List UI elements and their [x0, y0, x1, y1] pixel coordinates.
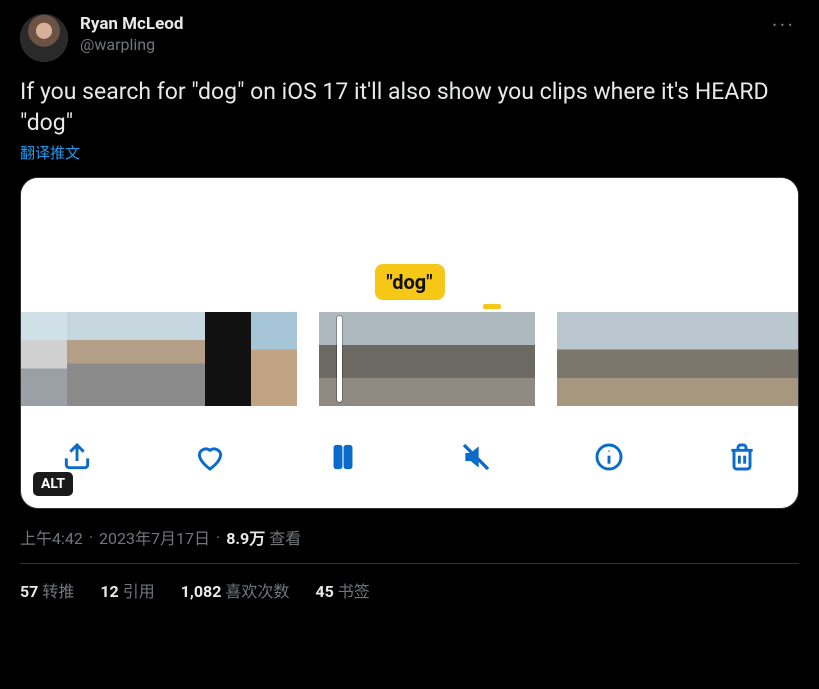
tweet-meta: 上午4:42 · 2023年7月17日 · 8.9万 查看	[20, 509, 799, 563]
heart-icon[interactable]	[194, 441, 226, 473]
timeline-thumb	[762, 312, 799, 406]
translate-link[interactable]: 翻译推文	[20, 142, 799, 163]
views-label: 查看	[269, 525, 301, 549]
engagement-stats: 57转推 12 引用 1,082喜欢次数 45 书签	[20, 564, 799, 602]
quotes-label: 引用	[123, 582, 155, 601]
tweet-date[interactable]: 2023年7月17日	[99, 525, 210, 549]
clip-group-1	[21, 312, 297, 406]
media-attachment[interactable]: "dog"	[20, 177, 799, 509]
likes-label: 喜欢次数	[225, 582, 289, 601]
trash-icon[interactable]	[726, 441, 758, 473]
timeline-thumb	[113, 312, 159, 406]
media-toolbar	[21, 406, 798, 486]
quotes-stat[interactable]: 12 引用	[100, 578, 154, 602]
timeline-thumb	[721, 312, 762, 406]
likes-count: 1,082	[181, 582, 222, 601]
quotes-count: 12	[100, 582, 118, 601]
alt-badge[interactable]: ALT	[33, 472, 73, 496]
timeline-thumb	[481, 312, 535, 406]
clip-group-2	[319, 312, 535, 406]
video-timeline[interactable]	[21, 312, 798, 406]
meta-separator: ·	[214, 528, 222, 547]
avatar[interactable]	[20, 14, 68, 62]
timeline-thumb	[159, 312, 205, 406]
timeline-thumb	[557, 312, 598, 406]
timeline-thumb	[373, 312, 427, 406]
timeline-thumb	[67, 312, 113, 406]
bookmarks-stat[interactable]: 45 书签	[315, 578, 369, 602]
tweet-text: If you search for "dog" on iOS 17 it'll …	[20, 76, 799, 138]
likes-stat[interactable]: 1,082喜欢次数	[181, 578, 290, 602]
timeline-thumb	[639, 312, 680, 406]
more-options-button[interactable]: ···	[772, 14, 795, 39]
timeline-thumb	[319, 312, 373, 406]
author-handle: @warpling	[80, 35, 183, 55]
retweets-label: 转推	[42, 582, 74, 601]
timeline-thumb	[251, 312, 297, 406]
tweet-container: ··· Ryan McLeod @warpling If you search …	[0, 0, 819, 602]
timeline-marker	[483, 304, 501, 309]
timeline-thumb	[21, 312, 67, 406]
pause-icon[interactable]	[327, 441, 359, 473]
meta-separator: ·	[87, 528, 95, 547]
timeline-thumb	[427, 312, 481, 406]
mute-icon[interactable]	[460, 441, 492, 473]
timeline-thumb	[680, 312, 721, 406]
author-display-name: Ryan McLeod	[80, 14, 183, 35]
search-caption-tag: "dog"	[374, 264, 444, 300]
bookmarks-count: 45	[315, 582, 333, 601]
views-count: 8.9万	[226, 525, 265, 549]
share-icon[interactable]	[61, 441, 93, 473]
playhead[interactable]	[337, 316, 342, 402]
retweets-stat[interactable]: 57转推	[20, 578, 74, 602]
timeline-thumb	[205, 312, 251, 406]
media-top-area: "dog"	[21, 178, 798, 312]
clip-group-3	[557, 312, 799, 406]
tweet-time[interactable]: 上午4:42	[20, 525, 83, 549]
info-icon[interactable]	[593, 441, 625, 473]
tweet-header: Ryan McLeod @warpling	[20, 14, 799, 62]
bookmarks-label: 书签	[338, 582, 370, 601]
timeline-thumb	[598, 312, 639, 406]
retweets-count: 57	[20, 582, 38, 601]
author-block[interactable]: Ryan McLeod @warpling	[80, 14, 183, 55]
